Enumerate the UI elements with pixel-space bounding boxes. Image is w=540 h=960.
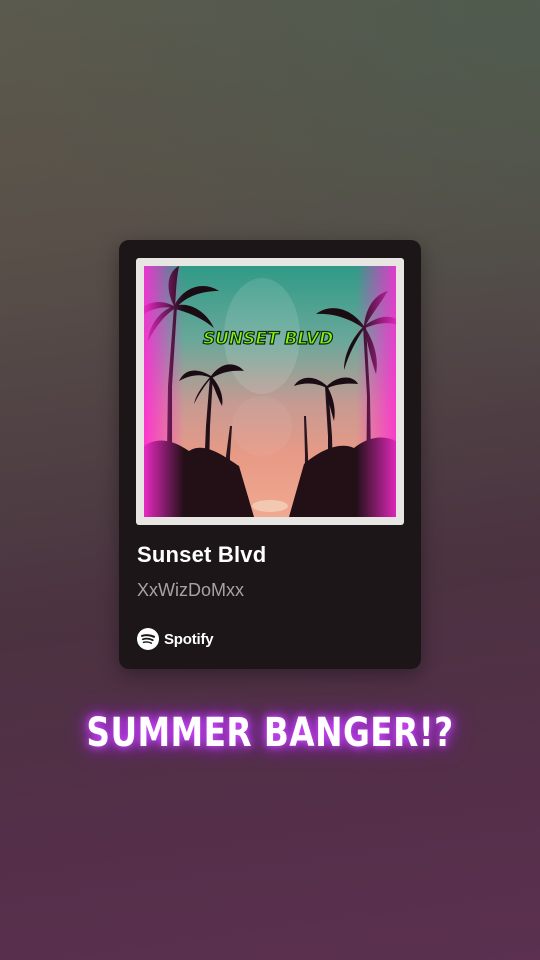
spotify-wordmark: Spotify: [164, 630, 214, 648]
album-cover-art: SUNSET BLVD: [144, 266, 396, 517]
spotify-brand[interactable]: Spotify: [137, 628, 214, 650]
album-cover: SUNSET BLVD: [136, 258, 404, 525]
spotify-track-card[interactable]: SUNSET BLVD Sunset Blvd XxWizDoMxx Spoti…: [119, 240, 421, 669]
artist-name: XxWizDoMxx: [137, 580, 244, 600]
cover-title-text: SUNSET BLVD: [203, 329, 333, 349]
spotify-logo-icon: [137, 628, 159, 650]
track-title: Sunset Blvd: [137, 542, 267, 567]
story-caption: SUMMER BANGER!?: [86, 710, 454, 756]
